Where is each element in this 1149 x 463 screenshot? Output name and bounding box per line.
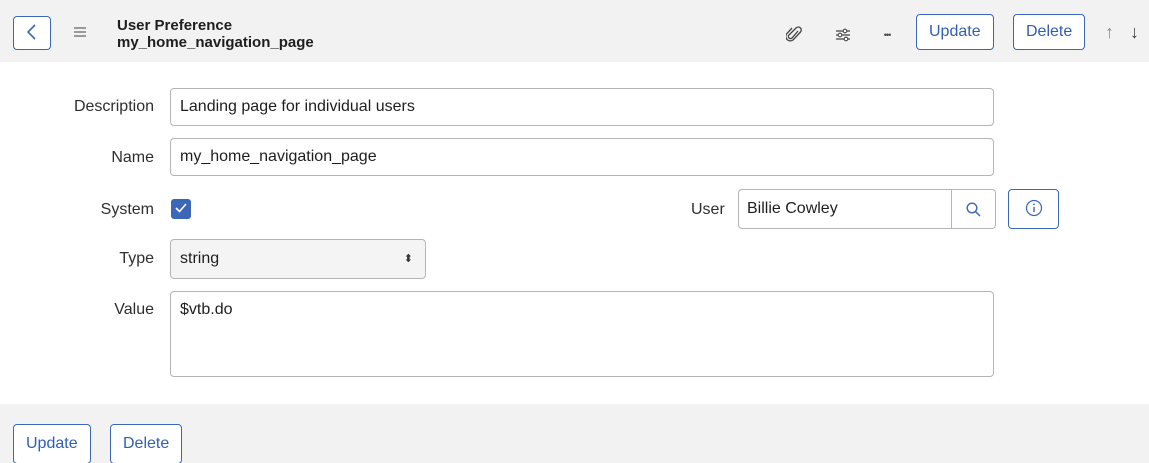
more-horizontal-icon[interactable]: ••• xyxy=(876,24,898,46)
next-record-arrow-icon[interactable]: ↓ xyxy=(1130,22,1139,43)
back-button[interactable] xyxy=(13,16,51,50)
value-textarea[interactable]: $vtb.do xyxy=(170,291,994,377)
chevron-left-icon xyxy=(26,23,38,43)
user-label: User xyxy=(691,201,725,218)
user-info-button[interactable] xyxy=(1008,189,1059,229)
footer-update-button[interactable]: Update xyxy=(13,424,91,463)
system-checkbox[interactable] xyxy=(171,199,191,219)
user-reference-field[interactable]: Billie Cowley xyxy=(738,189,996,229)
name-field[interactable]: my_home_navigation_page xyxy=(170,138,994,176)
value-label: Value xyxy=(114,301,154,318)
search-icon[interactable] xyxy=(952,190,995,228)
hamburger-icon[interactable] xyxy=(72,20,88,44)
type-label: Type xyxy=(119,250,154,267)
checkmark-icon xyxy=(175,200,187,218)
sliders-icon[interactable] xyxy=(832,24,854,46)
header-delete-button[interactable]: Delete xyxy=(1013,14,1086,50)
footer-delete-button[interactable]: Delete xyxy=(110,424,183,463)
system-label: System xyxy=(100,201,154,218)
type-select[interactable]: string ⬍ xyxy=(170,239,426,279)
info-icon xyxy=(1025,199,1043,220)
name-label: Name xyxy=(111,149,154,166)
select-caret-icon: ⬍ xyxy=(403,253,413,265)
previous-record-arrow-icon[interactable]: ↑ xyxy=(1105,22,1114,43)
form-footer: Update Delete xyxy=(0,404,1149,463)
description-field[interactable]: Landing page for individual users xyxy=(170,88,994,126)
form-header: User Preference my_home_navigation_page … xyxy=(0,0,1149,62)
record-name: my_home_navigation_page xyxy=(117,34,314,51)
user-value[interactable]: Billie Cowley xyxy=(747,190,838,228)
paperclip-icon[interactable] xyxy=(783,24,805,46)
form-title: User Preference my_home_navigation_page xyxy=(117,17,314,51)
header-update-button[interactable]: Update xyxy=(916,14,994,50)
description-label: Description xyxy=(73,98,154,115)
page-title: User Preference xyxy=(117,17,233,34)
type-selected-value: string xyxy=(180,250,220,267)
